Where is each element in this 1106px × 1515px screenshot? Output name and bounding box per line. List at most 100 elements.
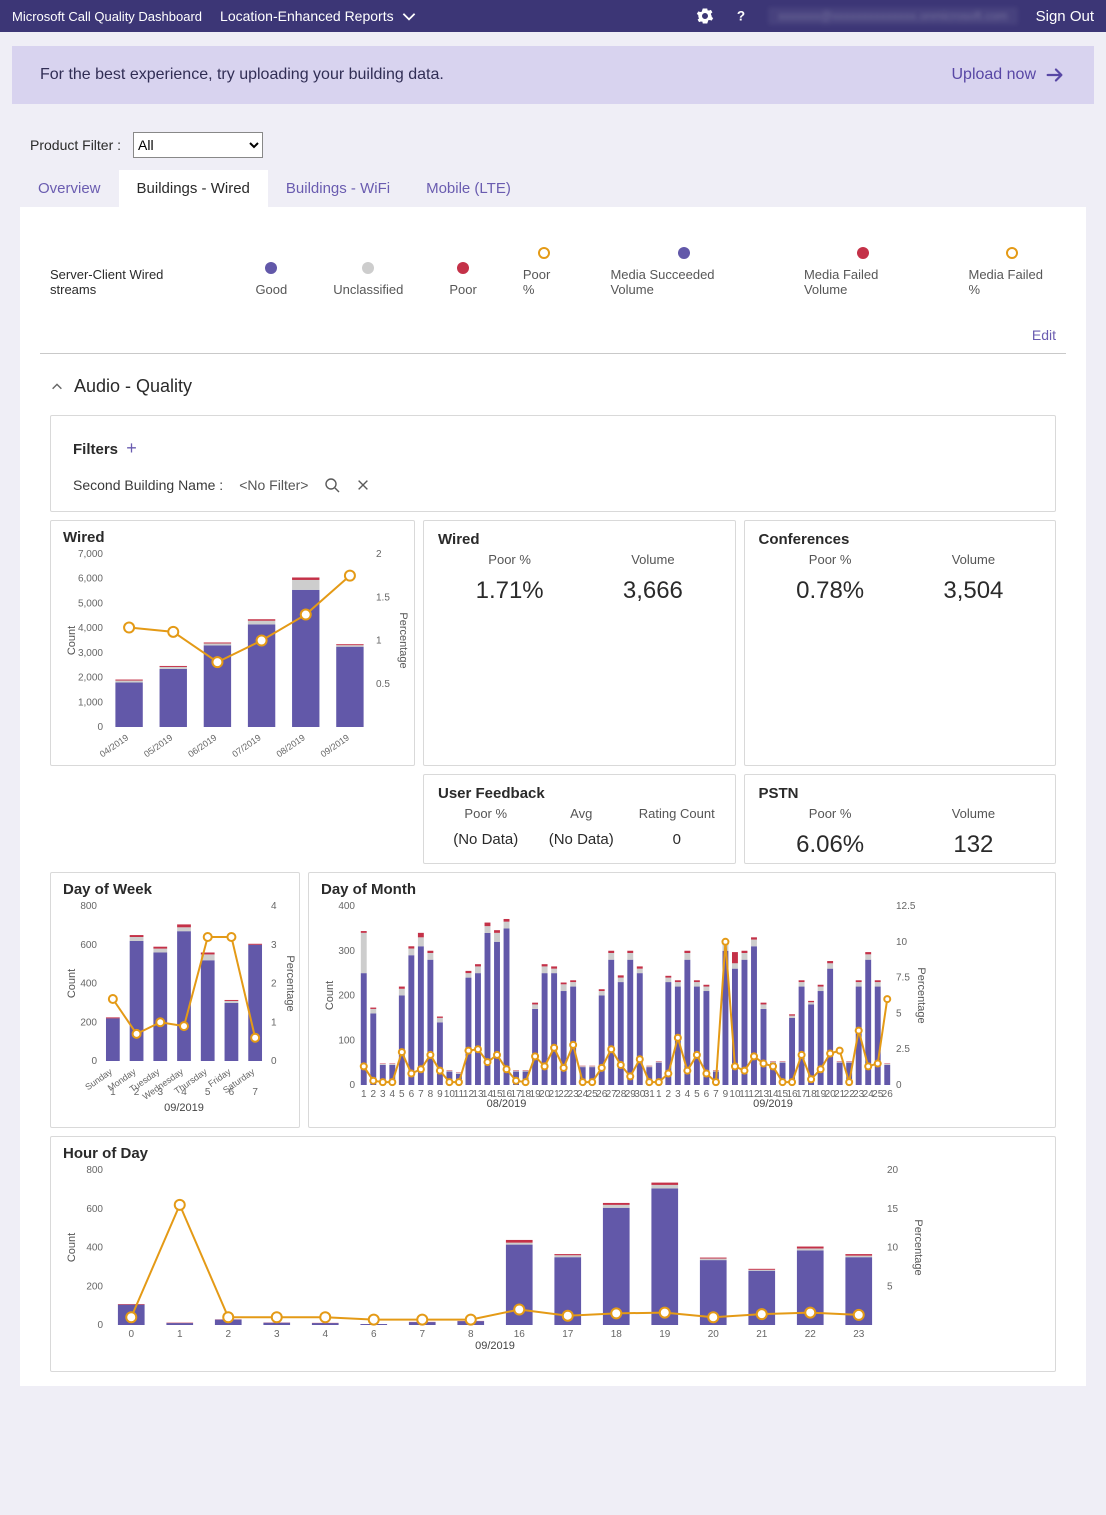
svg-text:2,000: 2,000 bbox=[78, 673, 103, 684]
filter-field-label: Second Building Name : bbox=[73, 477, 223, 493]
upload-now-link[interactable]: Upload now bbox=[952, 64, 1067, 86]
legend-item: Unclassified bbox=[333, 262, 403, 297]
add-filter-icon[interactable]: + bbox=[126, 438, 137, 458]
svg-text:1.5: 1.5 bbox=[376, 592, 390, 603]
tab-buildings-wired[interactable]: Buildings - Wired bbox=[119, 170, 268, 207]
arrow-right-icon bbox=[1044, 64, 1066, 86]
svg-text:22: 22 bbox=[805, 1329, 817, 1340]
svg-text:6: 6 bbox=[371, 1329, 377, 1340]
metric-conferences: Conferences Poor %0.78%Volume3,504 bbox=[744, 520, 1057, 766]
svg-text:3: 3 bbox=[380, 1089, 386, 1100]
svg-text:06/2019: 06/2019 bbox=[186, 732, 218, 759]
metric-wired: Wired Poor %1.71%Volume3,666 bbox=[423, 520, 736, 766]
svg-text:1: 1 bbox=[361, 1089, 367, 1100]
svg-text:Count: Count bbox=[66, 1233, 78, 1262]
svg-text:0: 0 bbox=[97, 722, 103, 733]
reports-menu[interactable]: Location-Enhanced Reports bbox=[220, 7, 418, 25]
section-title: Audio - Quality bbox=[74, 376, 192, 397]
svg-text:Percentage: Percentage bbox=[284, 955, 295, 1011]
metric-column: Rating Count0 bbox=[629, 802, 725, 848]
svg-text:15: 15 bbox=[887, 1204, 899, 1215]
svg-text:400: 400 bbox=[80, 979, 97, 990]
metric-column: Volume132 bbox=[902, 802, 1045, 859]
svg-text:7: 7 bbox=[419, 1329, 425, 1340]
svg-text:2: 2 bbox=[666, 1089, 672, 1100]
filters-card: Filters + Second Building Name : <No Fil… bbox=[50, 415, 1056, 512]
svg-text:7.5: 7.5 bbox=[896, 973, 910, 984]
svg-text:Count: Count bbox=[66, 626, 78, 655]
edit-link[interactable]: Edit bbox=[1032, 327, 1056, 343]
svg-text:5: 5 bbox=[694, 1089, 700, 1100]
svg-text:21: 21 bbox=[756, 1329, 768, 1340]
svg-text:800: 800 bbox=[80, 901, 97, 912]
search-icon[interactable] bbox=[324, 477, 340, 493]
legend-item: Poor bbox=[449, 262, 476, 297]
svg-text:7,000: 7,000 bbox=[78, 549, 103, 560]
svg-text:300: 300 bbox=[338, 946, 355, 957]
tab-mobile-lte-[interactable]: Mobile (LTE) bbox=[408, 170, 529, 207]
product-filter-label: Product Filter : bbox=[30, 137, 121, 153]
svg-text:200: 200 bbox=[86, 1281, 103, 1292]
legend-item: Good bbox=[255, 262, 287, 297]
svg-text:2: 2 bbox=[271, 979, 277, 990]
svg-text:3: 3 bbox=[274, 1329, 280, 1340]
svg-text:18: 18 bbox=[611, 1329, 623, 1340]
svg-text:16: 16 bbox=[514, 1329, 526, 1340]
chart-wired-monthly: Wired 01,0002,0003,0004,0005,0006,0007,0… bbox=[50, 520, 415, 766]
tab-overview[interactable]: Overview bbox=[20, 170, 119, 207]
svg-text:4,000: 4,000 bbox=[78, 623, 103, 634]
section-header[interactable]: Audio - Quality bbox=[40, 376, 1066, 415]
app-title: Microsoft Call Quality Dashboard bbox=[12, 9, 202, 24]
svg-text:2.5: 2.5 bbox=[896, 1044, 910, 1055]
svg-text:1: 1 bbox=[656, 1089, 662, 1100]
svg-text:3,000: 3,000 bbox=[78, 648, 103, 659]
svg-text:3: 3 bbox=[158, 1087, 164, 1098]
svg-text:5: 5 bbox=[399, 1089, 405, 1100]
tab-buildings-wifi[interactable]: Buildings - WiFi bbox=[268, 170, 408, 207]
svg-text:04/2019: 04/2019 bbox=[98, 732, 130, 759]
svg-text:4: 4 bbox=[390, 1089, 396, 1100]
svg-text:2: 2 bbox=[376, 549, 382, 560]
filters-title: Filters bbox=[73, 441, 118, 458]
help-icon[interactable]: ? bbox=[732, 7, 750, 25]
gear-icon[interactable] bbox=[696, 7, 714, 25]
metric-column: Volume3,666 bbox=[581, 548, 724, 605]
svg-text:19: 19 bbox=[659, 1329, 671, 1340]
legend-item: Media Failed % bbox=[969, 247, 1057, 297]
svg-text:0: 0 bbox=[97, 1320, 103, 1331]
svg-text:8: 8 bbox=[468, 1329, 474, 1340]
svg-text:2: 2 bbox=[370, 1089, 376, 1100]
svg-text:6: 6 bbox=[409, 1089, 415, 1100]
svg-text:600: 600 bbox=[86, 1204, 103, 1215]
svg-text:6,000: 6,000 bbox=[78, 574, 103, 585]
reports-menu-label: Location-Enhanced Reports bbox=[220, 8, 394, 24]
sign-out-link[interactable]: Sign Out bbox=[1036, 8, 1094, 25]
chevron-down-icon bbox=[400, 7, 418, 25]
legend-item: Poor % bbox=[523, 247, 565, 297]
svg-text:5: 5 bbox=[205, 1087, 211, 1098]
svg-text:4: 4 bbox=[271, 901, 277, 912]
svg-text:10: 10 bbox=[896, 937, 908, 948]
svg-text:2: 2 bbox=[225, 1329, 231, 1340]
svg-text:4: 4 bbox=[685, 1089, 691, 1100]
svg-text:?: ? bbox=[737, 9, 745, 24]
svg-text:1,000: 1,000 bbox=[78, 697, 103, 708]
svg-text:09/2019: 09/2019 bbox=[475, 1340, 515, 1352]
product-filter-select[interactable]: All bbox=[133, 132, 263, 158]
svg-text:Percentage: Percentage bbox=[912, 1219, 923, 1275]
legend-row-label: Server-Client Wired streams bbox=[50, 267, 209, 297]
svg-text:1: 1 bbox=[177, 1329, 183, 1340]
upload-banner: For the best experience, try uploading y… bbox=[12, 46, 1094, 104]
svg-text:09/2019: 09/2019 bbox=[753, 1098, 793, 1110]
svg-text:5: 5 bbox=[887, 1281, 893, 1292]
filter-field-value[interactable]: <No Filter> bbox=[239, 477, 308, 493]
svg-text:200: 200 bbox=[338, 991, 355, 1002]
svg-text:1: 1 bbox=[110, 1087, 116, 1098]
chart-hour-of-day: Hour of Day 02004006008005101520CountPer… bbox=[50, 1136, 1056, 1372]
svg-text:3: 3 bbox=[675, 1089, 681, 1100]
svg-text:7: 7 bbox=[252, 1087, 258, 1098]
svg-text:600: 600 bbox=[80, 940, 97, 951]
svg-text:0.5: 0.5 bbox=[376, 679, 390, 690]
metric-column: Poor %6.06% bbox=[759, 802, 902, 859]
clear-filter-icon[interactable] bbox=[356, 478, 370, 492]
